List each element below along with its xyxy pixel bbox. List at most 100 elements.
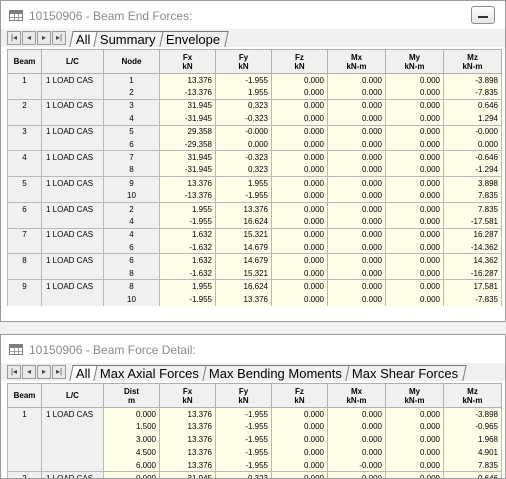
table-row[interactable]: 81 LOAD CAS 6 1.632 14.679 0.000 0.000 0.000 14… — [7, 253, 502, 267]
table-cell[interactable]: 16.624 — [215, 215, 272, 229]
table-cell[interactable]: 1 LOAD CAS — [41, 150, 104, 164]
table-row[interactable]: 2 -13.376 1.955 0.000 0.000 0.000 -7.835 — [7, 86, 502, 100]
table-cell[interactable]: 1 LOAD CAS — [41, 407, 104, 421]
table-cell[interactable] — [7, 215, 42, 229]
column-header[interactable]: Mz kN-m — [443, 383, 502, 408]
table-cell[interactable]: -1.955 — [215, 73, 272, 87]
table-cell[interactable]: 0.000 — [385, 189, 444, 203]
table-cell[interactable]: -1.955 — [159, 215, 216, 229]
table-cell[interactable]: 0.000 — [385, 163, 444, 177]
table-cell[interactable]: -1.955 — [215, 420, 272, 434]
table-cell[interactable]: 1 — [103, 73, 160, 87]
table-cell[interactable]: 0.000 — [103, 471, 160, 478]
table-cell[interactable]: 0.000 — [271, 163, 328, 177]
table-cell[interactable]: 0.000 — [385, 253, 444, 267]
table-cell[interactable]: 0.000 — [327, 266, 386, 280]
tab-max-shear-forces[interactable]: Max Shear Forces — [345, 365, 468, 381]
column-header[interactable]: Fz kN — [271, 383, 328, 408]
table-cell[interactable]: 0.000 — [327, 150, 386, 164]
table-cell[interactable]: 13.376 — [215, 201, 272, 216]
table-cell[interactable] — [41, 292, 104, 306]
table-row[interactable]: 31 LOAD CAS 5 29.358 -0.000 0.000 0.000 0.000-… — [7, 124, 502, 138]
table-cell[interactable]: 0.000 — [271, 73, 328, 87]
table-cell[interactable]: 0.646 — [443, 471, 502, 478]
table-cell[interactable]: -1.955 — [215, 459, 272, 472]
table-cell[interactable]: 2 — [7, 98, 42, 113]
table-cell[interactable]: 0.000 — [271, 292, 328, 306]
table-cell[interactable]: 0.000 — [327, 201, 386, 216]
table-cell[interactable]: 0.000 — [103, 407, 160, 421]
table-cell[interactable]: 1.968 — [443, 433, 502, 447]
table-cell[interactable] — [41, 215, 104, 229]
table-cell[interactable]: 0.000 — [327, 176, 386, 190]
table-cell[interactable]: 1.294 — [443, 112, 502, 126]
table-row[interactable]: 6.000 13.376 -1.955 0.000 -0.000 0.000 7.835 — [7, 459, 502, 472]
table-cell[interactable]: 0.000 — [271, 253, 328, 267]
table-cell[interactable]: 1 LOAD CAS — [41, 279, 104, 293]
table-cell[interactable]: 0.000 — [385, 266, 444, 280]
table-cell[interactable]: 1.500 — [103, 420, 160, 434]
table-cell[interactable]: 0.000 — [327, 471, 386, 478]
table-cell[interactable]: 3 — [7, 124, 42, 138]
table-cell[interactable]: 0.323 — [215, 471, 272, 478]
table-cell[interactable]: 3 — [103, 98, 160, 113]
table-cell[interactable] — [7, 446, 42, 460]
table-cell[interactable]: 7.835 — [443, 201, 502, 216]
column-header[interactable]: Beam — [7, 383, 42, 408]
table-row[interactable]: 3.000 13.376 -1.955 0.000 0.000 0.000 1.968 — [7, 433, 502, 447]
table-cell[interactable]: 0.000 — [271, 86, 328, 100]
table-cell[interactable]: 0.000 — [271, 471, 328, 478]
table-cell[interactable]: 0.000 — [327, 407, 386, 421]
table-row[interactable]: 91 LOAD CAS 8 1.955 16.624 0.000 0.000 0.000 17… — [7, 279, 502, 293]
table-cell[interactable]: 0.000 — [385, 420, 444, 434]
table-cell[interactable]: 0.000 — [327, 420, 386, 434]
tab-envelope[interactable]: Envelope — [159, 31, 229, 47]
table-cell[interactable]: 6 — [103, 241, 160, 254]
table-cell[interactable]: 0.000 — [385, 407, 444, 421]
table-cell[interactable]: 0.000 — [271, 446, 328, 460]
table-row[interactable]: 21 LOAD CAS 3 31.945 0.323 0.000 0.000 0.000 0.… — [7, 98, 502, 113]
table-cell[interactable] — [41, 266, 104, 280]
table-cell[interactable]: 0.323 — [215, 163, 272, 177]
table-cell[interactable]: 4 — [103, 112, 160, 126]
table-cell[interactable]: 8 — [103, 266, 160, 280]
table-cell[interactable]: 4.901 — [443, 446, 502, 460]
table-cell[interactable]: 0.000 — [271, 150, 328, 164]
column-header[interactable]: Beam — [7, 49, 42, 74]
table-cell[interactable]: 6.000 — [103, 459, 160, 472]
column-header[interactable]: My kN-m — [385, 49, 444, 74]
table-cell[interactable]: -1.632 — [159, 266, 216, 280]
table-cell[interactable]: 14.362 — [443, 253, 502, 267]
table-cell[interactable]: 0.000 — [327, 279, 386, 293]
table-cell[interactable] — [41, 241, 104, 254]
table-cell[interactable]: 14.679 — [215, 253, 272, 267]
column-header[interactable]: Fx kN — [159, 49, 216, 74]
table-cell[interactable]: -16.287 — [443, 266, 502, 280]
table-cell[interactable]: 0.000 — [327, 227, 386, 242]
table-cell[interactable]: 5 — [103, 124, 160, 138]
table-cell[interactable] — [7, 163, 42, 177]
table-cell[interactable]: 0.000 — [327, 189, 386, 203]
table-cell[interactable]: 16.624 — [215, 279, 272, 293]
table-cell[interactable]: 1 — [7, 407, 42, 421]
table-cell[interactable]: 13.376 — [215, 292, 272, 306]
table-cell[interactable] — [41, 112, 104, 126]
table-row[interactable]: 41 LOAD CAS 7 31.945 -0.323 0.000 0.000 0.000-… — [7, 150, 502, 164]
table-cell[interactable]: 0.000 — [327, 292, 386, 306]
minimize-button[interactable] — [471, 6, 495, 24]
table-row[interactable]: 10 -1.955 13.376 0.000 0.000 0.000 -7.835 — [7, 292, 502, 306]
table-cell[interactable]: 10 — [103, 292, 160, 306]
table-cell[interactable]: 0.000 — [385, 112, 444, 126]
table-cell[interactable]: 0.000 — [271, 241, 328, 254]
table-cell[interactable]: 0.000 — [271, 433, 328, 447]
table-cell[interactable]: 0.000 — [385, 124, 444, 138]
table-cell[interactable]: 0.000 — [443, 137, 502, 151]
table-cell[interactable] — [7, 266, 42, 280]
table-cell[interactable]: 0.000 — [327, 124, 386, 138]
table-cell[interactable]: -0.000 — [443, 124, 502, 138]
table-row[interactable]: 8 -1.632 15.321 0.000 0.000 0.000 -16.287 — [7, 266, 502, 280]
prev-tab-icon[interactable]: ◂ — [22, 31, 36, 45]
column-header[interactable]: L/C — [41, 383, 104, 408]
column-header[interactable]: Fx kN — [159, 383, 216, 408]
table-cell[interactable]: -0.323 — [215, 150, 272, 164]
